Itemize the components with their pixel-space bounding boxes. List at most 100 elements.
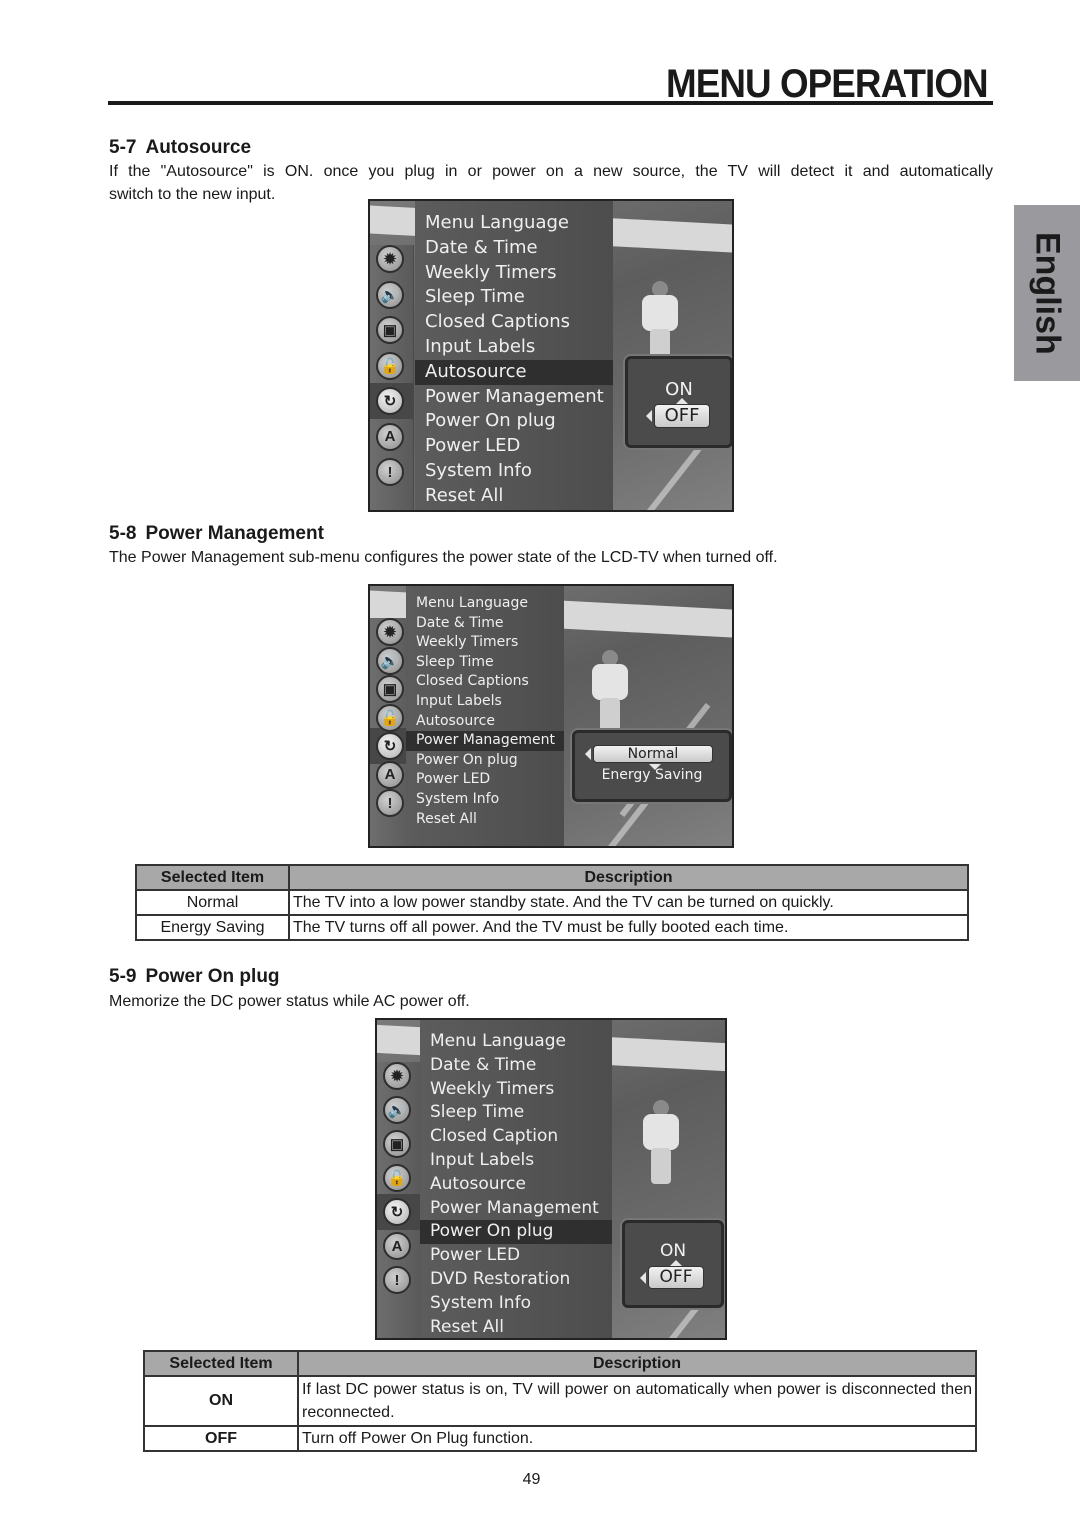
menu-item[interactable]: Power On plug (420, 1220, 612, 1245)
arrow-left-icon (585, 748, 591, 760)
menu-item[interactable]: Power Management (406, 731, 564, 751)
settings-icon: ✹ (376, 245, 404, 273)
section-heading: Power On plug (145, 966, 280, 987)
section-title-power-management: 5-8 Power Management (109, 523, 324, 545)
player-jersey (643, 1114, 679, 1150)
menu-item[interactable]: Menu Language (415, 211, 613, 236)
menu-icon-bar: ✹ 🔊 ▣ 🔓 ↻ A! (377, 1062, 421, 1338)
section-text-power-on-plug: Memorize the DC power status while AC po… (109, 993, 470, 1010)
option-off-selected[interactable]: OFF (654, 404, 710, 428)
table-row: Energy Saving The TV turns off all power… (135, 914, 969, 941)
section-text-power-management: The Power Management sub-menu configures… (109, 549, 778, 566)
menu-item[interactable]: Sleep Time (406, 653, 564, 673)
menu-item[interactable]: Weekly Timers (420, 1078, 612, 1102)
menu-item[interactable]: Power On plug (415, 409, 613, 434)
player-pants (651, 1148, 671, 1184)
football-player-image (588, 650, 632, 740)
tv-icon: ▣ (376, 316, 404, 344)
arrow-left-icon (646, 410, 652, 422)
menu-item[interactable]: Date & Time (415, 236, 613, 261)
table-cell-item: Normal (135, 889, 290, 916)
table-cell-description: The TV into a low power standby state. A… (288, 889, 969, 916)
menu-item[interactable]: Weekly Timers (415, 261, 613, 286)
arrow-left-icon (640, 1272, 646, 1284)
menu-icon-bar: ✹ 🔊 ▣ 🔓 ↻ A! (370, 245, 414, 510)
football-player-image (639, 1100, 683, 1190)
table-cell-description: The TV turns off all power. And the TV m… (288, 914, 969, 941)
menu-item[interactable]: Closed Caption (420, 1125, 612, 1149)
settings-icon: ✹ (383, 1062, 411, 1090)
table-header-cell: Description (288, 864, 969, 891)
power-on-plug-table: Selected Item Description ON If last DC … (143, 1350, 977, 1452)
menu-item[interactable]: Power Management (420, 1197, 612, 1221)
menu-item[interactable]: Reset All (420, 1316, 612, 1338)
tv-icon: ▣ (383, 1130, 411, 1158)
menu-item[interactable]: Reset All (415, 484, 613, 509)
settings-menu-list: Menu Language Date & Time Weekly Timers Sle… (406, 586, 564, 846)
menu-item[interactable]: DVD Restoration (420, 1268, 612, 1292)
table-row: OFF Turn off Power On Plug function. (143, 1425, 977, 1452)
tv-icon: ▣ (376, 675, 404, 703)
option-off-selected[interactable]: OFF (648, 1266, 704, 1289)
option-popup: ON OFF (625, 356, 732, 448)
menu-item[interactable]: Weekly Timers (406, 633, 564, 653)
setup-icon: ↻ (376, 732, 404, 760)
section-title-power-on-plug: 5-9 Power On plug (109, 966, 280, 988)
menu-item[interactable]: Sleep Time (415, 285, 613, 310)
menu-item[interactable]: Reset All (406, 810, 564, 830)
language-icon: A (376, 760, 404, 789)
menu-item[interactable]: Power LED (420, 1244, 612, 1268)
option-on[interactable]: ON (625, 1241, 721, 1261)
option-energy-saving[interactable]: Energy Saving (575, 767, 729, 783)
option-on[interactable]: ON (628, 379, 730, 400)
menu-item[interactable]: Input Labels (420, 1149, 612, 1173)
language-icon: A (383, 1232, 411, 1260)
menu-item[interactable]: Power LED (415, 434, 613, 459)
menu-item[interactable]: Autosource (415, 359, 613, 385)
menu-item[interactable]: Date & Time (420, 1054, 612, 1078)
menu-item[interactable]: Menu Language (406, 594, 564, 614)
menu-item[interactable]: System Info (406, 790, 564, 810)
table-header-cell: Description (297, 1350, 977, 1377)
menu-item[interactable]: Power Management (415, 385, 613, 410)
menu-item[interactable]: Autosource (406, 712, 564, 732)
text-line: If the "Autosource" is ON. once you plug… (109, 163, 993, 180)
table-row: Normal The TV into a low power standby s… (135, 889, 969, 916)
lock-icon: 🔓 (383, 1164, 411, 1192)
menu-item[interactable]: Menu Language (420, 1030, 612, 1054)
section-heading: Power Management (145, 523, 324, 544)
menu-item[interactable]: Date & Time (406, 614, 564, 634)
menu-item[interactable]: Closed Captions (415, 310, 613, 335)
section-number: 5-8 (109, 523, 137, 544)
table-header-row: Selected Item Description (143, 1350, 977, 1377)
table-cell-item: OFF (143, 1425, 299, 1452)
menu-item[interactable]: System Info (420, 1292, 612, 1316)
player-pants (600, 698, 620, 734)
tv-screen-power-management: ✹ 🔊 ▣ 🔓 ↻ A! Menu Language Date & Time Weekly Ti… (368, 584, 734, 848)
page-number: 49 (522, 1471, 541, 1488)
settings-menu-list: Menu Language Date & Time Weekly Timers Sle… (415, 201, 613, 510)
menu-item[interactable]: Power LED (406, 770, 564, 790)
menu-item[interactable]: System Info (415, 459, 613, 484)
menu-item[interactable]: Input Labels (406, 692, 564, 712)
tv-screen-autosource: ✹ 🔊 ▣ 🔓 ↻ A! Menu Language Date & Time Weekly Ti… (368, 199, 734, 512)
menu-item[interactable]: Power On plug (406, 751, 564, 771)
audio-icon: 🔊 (376, 280, 404, 309)
setup-icon: ↻ (383, 1198, 411, 1226)
table-header-cell: Selected Item (135, 864, 290, 891)
settings-menu-list: Menu Language Date & Time Weekly Timers Sle… (420, 1020, 612, 1338)
player-jersey (592, 664, 628, 700)
lock-icon: 🔓 (376, 703, 404, 732)
section-heading: Autosource (145, 137, 252, 158)
menu-item[interactable]: Closed Captions (406, 672, 564, 692)
power-management-table: Selected Item Description Normal The TV … (135, 864, 969, 941)
menu-item[interactable]: Sleep Time (420, 1101, 612, 1125)
menu-item[interactable]: Input Labels (415, 335, 613, 360)
info-icon: ! (376, 458, 404, 486)
table-cell-description: If last DC power status is on, TV will p… (297, 1375, 977, 1427)
section-number: 5-9 (109, 966, 137, 987)
menu-item[interactable]: Autosource (420, 1173, 612, 1197)
header-rule (108, 101, 993, 105)
option-normal-selected[interactable]: Normal (593, 745, 713, 763)
language-icon: A (376, 422, 404, 451)
